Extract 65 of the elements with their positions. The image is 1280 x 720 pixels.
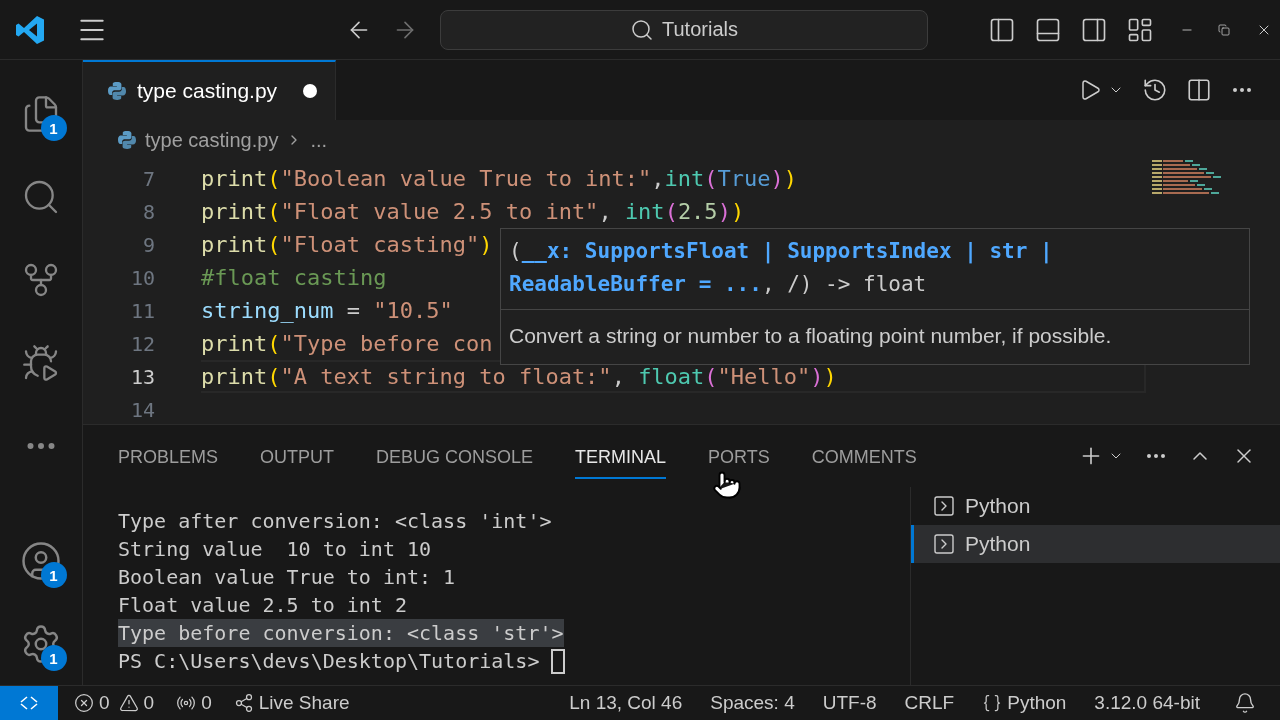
- live-share-button[interactable]: Live Share: [222, 685, 361, 720]
- terminal-line: Float value 2.5 to int 2: [118, 592, 407, 619]
- notification-badge: 1: [40, 645, 67, 671]
- line-ending-button[interactable]: CRLF: [893, 685, 966, 720]
- function-signature: (__x: SupportsFloat | SupportsIndex | str | ReadableBuffer = ..., /) -> float: [501, 229, 1249, 310]
- notification-badge: 1: [40, 562, 67, 588]
- notifications-icon[interactable]: [1234, 692, 1256, 714]
- terminal-item[interactable]: Python: [911, 525, 1280, 563]
- history-icon[interactable]: [1142, 77, 1168, 103]
- search-icon: [630, 17, 654, 42]
- code-line: print("Type before con: [201, 331, 493, 356]
- terminal-icon: [932, 532, 956, 556]
- panel-tab[interactable]: TERMINAL: [575, 439, 667, 479]
- tab-label: type casting.py: [137, 79, 278, 103]
- restore-icon[interactable]: [1218, 23, 1230, 36]
- braces-icon: [982, 693, 1003, 713]
- language-button[interactable]: Python: [971, 685, 1078, 720]
- breadcrumb-item[interactable]: type casting.py: [145, 128, 279, 152]
- terminal-line: String value 10 to int 10: [118, 536, 432, 563]
- terminal-line: Type after conversion: <class 'int'>: [118, 508, 552, 535]
- share-icon: [233, 693, 254, 713]
- line-number: 7: [141, 166, 155, 191]
- split-editor-icon[interactable]: [1186, 77, 1212, 103]
- notification-badge: 1: [40, 115, 67, 141]
- line-number: 12: [129, 331, 155, 356]
- line-number: 11: [129, 298, 155, 323]
- line-number: 13: [129, 364, 155, 389]
- code-line: print("Float casting"): [201, 232, 493, 257]
- python-icon: [117, 130, 137, 150]
- line-number: 14: [129, 397, 155, 422]
- encoding-button[interactable]: UTF-8: [811, 685, 888, 720]
- editor-tab[interactable]: type casting.py: [83, 60, 336, 120]
- code-line: string_num = "10.5": [201, 298, 453, 323]
- minimap-drawing: [1152, 160, 1222, 196]
- code-line: #float casting: [201, 265, 387, 290]
- line-number: 10: [129, 265, 155, 290]
- remote-button[interactable]: [0, 685, 58, 720]
- terminal-line: Boolean value True to int: 1: [118, 564, 456, 591]
- code-line: print("Float value 2.5 to int", int(2.5)): [201, 199, 745, 224]
- code-line: print("A text string to float:", float("Hello")): [201, 364, 837, 389]
- panel-tab[interactable]: PROBLEMS: [118, 439, 219, 479]
- line-number: 8: [141, 199, 155, 224]
- doc-text: Convert a string or number to a floating point number, if possible.: [508, 323, 1113, 349]
- terminal-prompt: PS C:\Users\devs\Desktop\Tutorials>: [118, 649, 540, 673]
- terminal-icon: [932, 494, 956, 518]
- python-icon: [107, 81, 127, 101]
- panel-tab[interactable]: COMMENTS: [811, 439, 917, 479]
- code-line: print("Boolean value True to int:",int(True)): [201, 166, 798, 191]
- problems-button[interactable]: 0 0: [58, 685, 166, 720]
- cursor-position[interactable]: Ln 13, Col 46: [558, 685, 694, 720]
- text-cursor: [551, 648, 566, 674]
- ports-button[interactable]: 0: [165, 685, 223, 720]
- search-field[interactable]: Tutorials: [440, 9, 928, 50]
- hand-cursor-icon: [712, 470, 742, 500]
- warning-icon: [118, 693, 139, 713]
- app-logo-icon: [14, 13, 46, 46]
- indentation-button[interactable]: Spaces: 4: [699, 685, 806, 720]
- breadcrumb-item[interactable]: ...: [310, 128, 328, 152]
- panel-tab[interactable]: PORTS: [708, 439, 770, 479]
- interpreter-button[interactable]: 3.12.0 64-bit: [1083, 685, 1211, 720]
- panel-tab[interactable]: DEBUG CONSOLE: [376, 439, 534, 479]
- panel-tab[interactable]: OUTPUT: [260, 439, 335, 479]
- error-icon: [74, 693, 94, 713]
- terminal-item[interactable]: Python: [911, 487, 1280, 525]
- line-number: 9: [141, 232, 155, 257]
